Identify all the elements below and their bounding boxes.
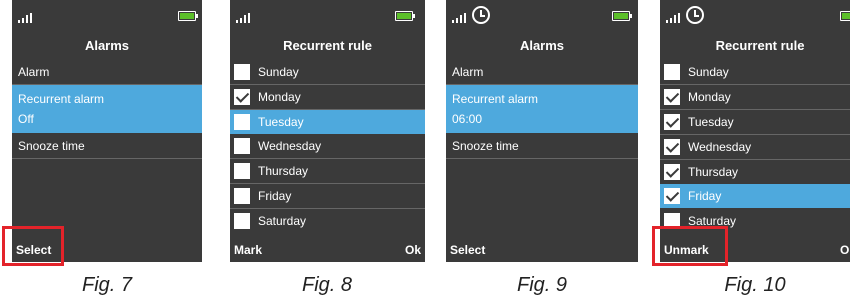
day-label: Sunday [258,65,299,79]
day-label: Sunday [688,65,729,79]
menu-item-label: Snooze time [452,139,519,153]
figure-caption: Fig. 8 [301,274,353,296]
day-label: Thursday [258,164,309,178]
checkbox[interactable] [234,138,250,154]
highlight-box [652,226,728,266]
divider [12,158,202,159]
menu-item-label: Alarm [452,65,484,79]
day-label: Friday [688,189,722,203]
softkey-bar: Select [446,238,638,262]
day-row-monday[interactable]: Monday [660,85,850,109]
day-label: Friday [258,189,292,203]
phone-screen-recurrent-rule: Recurrent rule Sunday Monday Tuesday Wed… [230,0,425,262]
menu-item-alarm[interactable]: Alarm [446,60,638,84]
signal-icon [236,13,252,23]
battery-icon [840,11,850,21]
status-bar [230,0,425,30]
checkbox[interactable] [234,114,250,130]
signal-icon [666,13,682,23]
day-label: Thursday [688,165,739,179]
menu-item-recurrent-alarm[interactable]: Recurrent alarm 06:00 [446,85,638,133]
checkbox-checked[interactable] [664,188,680,204]
battery-icon [178,11,198,21]
menu-item-value: 06:00 [452,112,483,126]
day-row-sunday[interactable]: Sunday [230,60,425,84]
day-row-thursday[interactable]: Thursday [230,159,425,183]
phone-screen-recurrent-rule: Recurrent rule Sunday Monday Tuesday Wed… [660,0,850,262]
phone-screen-alarms: Alarms Alarm Recurrent alarm Off Snooze … [12,0,202,262]
day-label: Wednesday [258,139,322,153]
phone-screen-alarms: Alarms Alarm Recurrent alarm 06:00 Snooz… [446,0,638,262]
figure-caption: Fig. 9 [516,274,568,296]
menu-item-label: Recurrent alarm [452,92,539,106]
menu-item-value: Off [18,112,34,126]
day-row-wednesday[interactable]: Wednesday [230,134,425,158]
day-label: Tuesday [258,115,304,129]
day-row-friday[interactable]: Friday [230,184,425,208]
day-label: Tuesday [688,115,734,129]
menu-item-label: Alarm [18,65,50,79]
day-row-sunday[interactable]: Sunday [660,60,850,84]
softkey-left-select[interactable]: Select [450,238,485,262]
menu-item-recurrent-alarm[interactable]: Recurrent alarm Off [12,85,202,133]
status-bar [12,0,202,30]
day-label: Wednesday [688,140,752,154]
menu-item-alarm[interactable]: Alarm [12,60,202,84]
day-row-tuesday[interactable]: Tuesday [230,110,425,134]
checkbox[interactable] [234,188,250,204]
day-row-saturday[interactable]: Saturday [230,209,425,233]
divider [446,158,638,159]
menu-item-label: Snooze time [18,139,85,153]
checkbox[interactable] [664,64,680,80]
screen-title: Recurrent rule [715,38,805,53]
checkbox[interactable] [234,213,250,229]
checkbox-checked[interactable] [664,164,680,180]
signal-icon [18,13,34,23]
softkey-bar: Mark Ok [230,238,425,262]
screen-title: Recurrent rule [283,38,372,53]
highlight-box [2,226,64,266]
signal-icon [452,13,468,23]
screen-title: Alarms [84,38,130,53]
day-label: Monday [258,90,301,104]
softkey-left-mark[interactable]: Mark [234,238,262,262]
screen-title: Alarms [519,38,565,53]
day-row-thursday[interactable]: Thursday [660,160,850,184]
checkbox-checked[interactable] [664,139,680,155]
day-label: Saturday [258,214,307,228]
figure-caption: Fig. 10 [724,274,786,296]
checkbox-checked[interactable] [664,89,680,105]
menu-item-snooze-time[interactable]: Snooze time [12,134,202,158]
battery-icon [612,11,632,21]
softkey-right-ok[interactable]: Ok [840,238,850,262]
day-row-friday[interactable]: Friday [660,184,850,208]
menu-item-snooze-time[interactable]: Snooze time [446,134,638,158]
alarm-clock-icon [686,6,704,24]
day-label: Monday [688,90,731,104]
status-bar [660,0,850,30]
battery-icon [395,11,415,21]
checkbox[interactable] [234,64,250,80]
checkbox[interactable] [234,163,250,179]
menu-item-label: Recurrent alarm [18,92,105,106]
day-row-wednesday[interactable]: Wednesday [660,135,850,159]
checkbox-checked[interactable] [664,114,680,130]
figure-caption: Fig. 7 [81,274,133,296]
checkbox-checked[interactable] [234,89,250,105]
softkey-right-ok[interactable]: Ok [405,238,421,262]
status-bar [446,0,638,30]
alarm-clock-icon [472,6,490,24]
day-row-monday[interactable]: Monday [230,85,425,109]
day-row-tuesday[interactable]: Tuesday [660,110,850,134]
